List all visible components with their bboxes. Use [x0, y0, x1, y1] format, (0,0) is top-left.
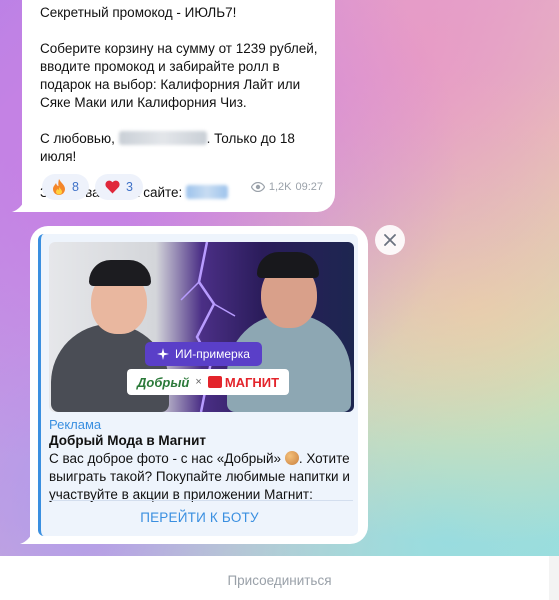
ad-card[interactable]: ИИ-примерка Добрый × МАГНИТ Реклама Добр…: [38, 234, 358, 536]
brand-magnit-logo: МАГНИТ: [207, 375, 279, 390]
brand-separator: ×: [195, 376, 202, 388]
person-right-cap: [257, 252, 319, 278]
brand-bar: Добрый × МАГНИТ: [127, 369, 290, 395]
reactions: 8 3: [42, 174, 143, 200]
views-count: 1,2K: [268, 181, 292, 193]
post-text: Секретный промокод - ИЮЛЬ7! Соберите кор…: [40, 4, 330, 202]
reaction-fire[interactable]: 8: [42, 174, 89, 200]
bubble-tail: [12, 198, 26, 212]
brand-dobry-logo: Добрый: [137, 374, 190, 390]
close-ad-button[interactable]: [375, 225, 405, 255]
eye-icon: [250, 182, 265, 192]
scrollbar-edge: [549, 556, 559, 600]
blurred-link[interactable]: [186, 185, 229, 199]
close-icon: [384, 234, 396, 246]
post-signature-line: С любовью, . Только до 18 июля!: [40, 131, 295, 164]
post-promo-line: Секретный промокод - ИЮЛЬ7!: [40, 5, 237, 20]
join-button[interactable]: Присоединиться: [0, 573, 559, 588]
ad-image[interactable]: ИИ-примерка Добрый × МАГНИТ: [49, 242, 354, 412]
ad-divider: [49, 500, 353, 501]
ad-label: Реклама: [49, 417, 102, 432]
go-to-bot-button[interactable]: ПЕРЕЙТИ К БОТУ: [41, 502, 358, 534]
heart-icon: [105, 180, 120, 194]
reaction-heart[interactable]: 3: [94, 174, 143, 200]
bubble-tail: [20, 530, 34, 544]
magnit-icon: [207, 376, 222, 388]
ad-description: С вас доброе фото - с нас «Добрый» . Хот…: [49, 451, 350, 502]
footer-bar: Присоединиться: [0, 556, 559, 600]
post-offer-line: Соберите корзину на сумму от 1239 рублей…: [40, 41, 318, 110]
sparkle-icon: [157, 348, 169, 360]
ai-tryon-badge: ИИ-примерка: [145, 342, 262, 366]
cookie-emoji-icon: [284, 451, 299, 465]
blurred-name: [118, 131, 207, 145]
channel-post[interactable]: Секретный промокод - ИЮЛЬ7! Соберите кор…: [22, 0, 335, 212]
person-left-cap: [89, 260, 151, 286]
post-meta: 1,2K 09:27: [250, 181, 323, 193]
sponsored-message[interactable]: ИИ-примерка Добрый × МАГНИТ Реклама Добр…: [30, 226, 368, 544]
reaction-fire-count: 8: [72, 180, 79, 194]
ad-title: Добрый Мода в Магнит: [49, 433, 206, 448]
post-time: 09:27: [295, 181, 323, 193]
fire-icon: [53, 179, 65, 195]
reaction-heart-count: 3: [125, 180, 133, 194]
